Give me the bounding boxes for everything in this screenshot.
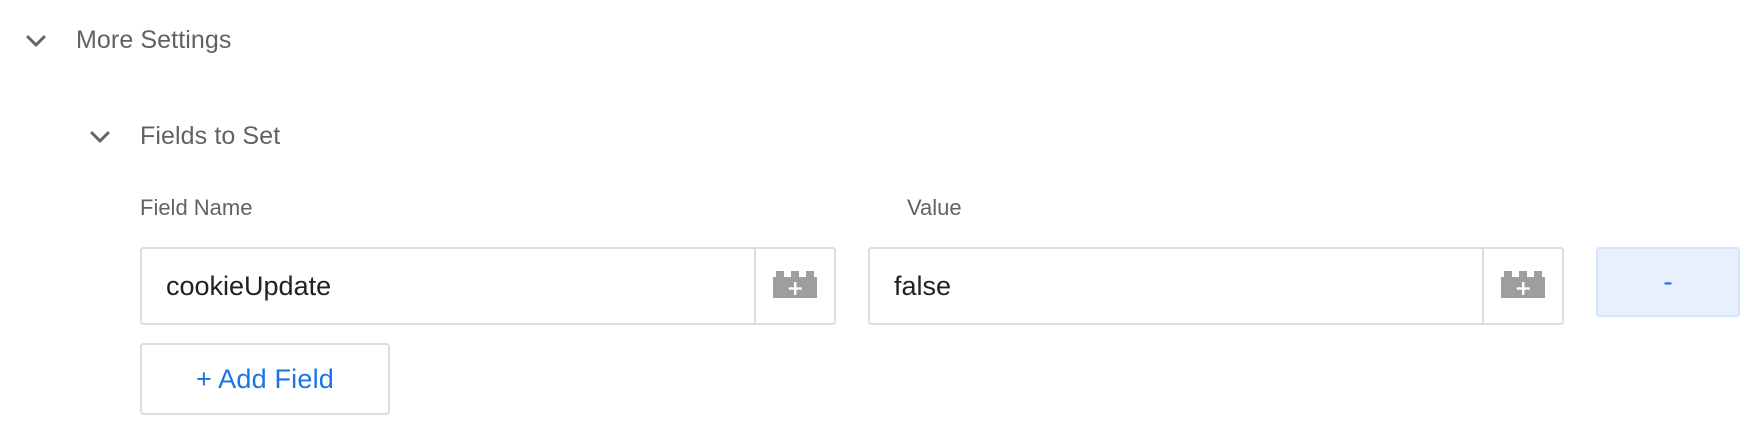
chevron-down-icon bbox=[88, 125, 112, 149]
value-column-label: Value bbox=[907, 195, 962, 220]
variable-picker-icon bbox=[1500, 269, 1546, 304]
add-field-button[interactable]: + Add Field bbox=[140, 343, 390, 415]
field-name-column-label: Field Name bbox=[140, 195, 253, 220]
field-name-field bbox=[140, 247, 836, 325]
fields-to-set-toggle[interactable]: Fields to Set bbox=[88, 122, 280, 151]
fields-to-set-label: Fields to Set bbox=[140, 122, 281, 150]
tag-settings-panel: More Settings Fields to Set Field Name V… bbox=[0, 0, 1754, 428]
value-input[interactable] bbox=[870, 249, 1482, 323]
value-variable-button[interactable] bbox=[1482, 249, 1562, 323]
more-settings-toggle[interactable]: More Settings bbox=[24, 26, 232, 55]
value-field bbox=[868, 247, 1564, 325]
field-name-variable-button[interactable] bbox=[754, 249, 834, 323]
remove-row-button[interactable]: - bbox=[1596, 247, 1740, 317]
variable-picker-icon bbox=[772, 269, 818, 304]
chevron-down-icon bbox=[24, 29, 48, 53]
field-name-input[interactable] bbox=[142, 249, 754, 323]
more-settings-label: More Settings bbox=[76, 26, 232, 54]
